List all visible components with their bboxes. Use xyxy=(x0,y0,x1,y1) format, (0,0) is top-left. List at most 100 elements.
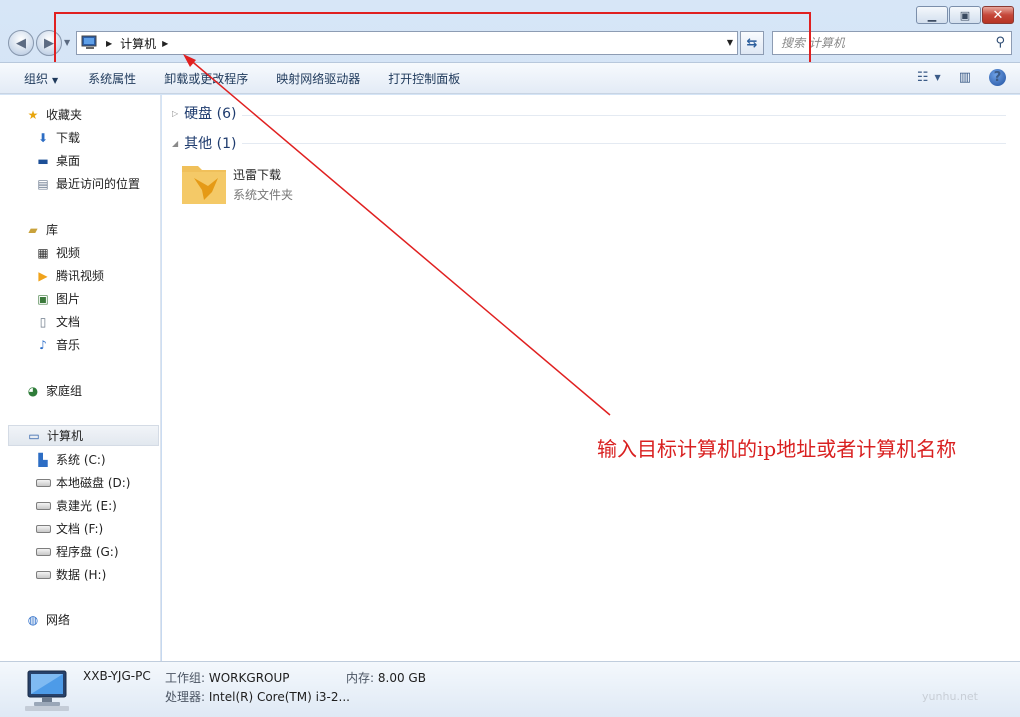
system-drive-icon: ▙ xyxy=(38,452,48,467)
navigation-pane: ★ 收藏夹 ⬇ 下载 ▬ 桌面 ▤ 最近访问的位置 ▰ 库 ▦ 视频 ▶ 腾讯视频 ▣ 图片 ▯… xyxy=(0,95,161,661)
network-icon: ◍ xyxy=(27,612,39,627)
sidebar-item-label: 腾讯视频 xyxy=(56,269,105,283)
sidebar-item-libraries[interactable]: ▰ 库 xyxy=(0,219,160,240)
maximize-button[interactable]: ▣ xyxy=(949,6,981,24)
sidebar-item-label: 袁建光 (E:) xyxy=(56,499,117,513)
close-icon: ✕ xyxy=(992,7,1004,23)
view-controls: ☷ ▼ ▥ ? xyxy=(899,69,1006,86)
sidebar-item-label: 程序盘 (G:) xyxy=(56,545,119,559)
breadcrumb-computer[interactable]: 计算机 xyxy=(120,35,156,52)
sidebar-item-label: 收藏夹 xyxy=(46,108,83,122)
help-icon[interactable]: ? xyxy=(989,69,1006,86)
sidebar-item-pictures[interactable]: ▣ 图片 xyxy=(0,288,160,309)
processor-info: 处理器: Intel(R) Core(TM) i3-2... xyxy=(165,688,350,705)
sidebar-item-homegroup[interactable]: ◕ 家庭组 xyxy=(0,380,160,401)
system-properties-button[interactable]: 系统属性 xyxy=(88,70,136,87)
forward-button[interactable]: ▶ xyxy=(36,30,62,56)
sidebar-item-network[interactable]: ◍ 网络 xyxy=(0,609,160,630)
crumb-separator-icon[interactable]: ▶ xyxy=(106,39,112,48)
sidebar-item-documents[interactable]: ▯ 文档 xyxy=(0,311,160,332)
recent-pages-dropdown[interactable]: ▼ xyxy=(64,38,70,47)
hard-drive-icon xyxy=(35,521,51,537)
chevron-down-icon: ▼ xyxy=(52,75,59,85)
recent-places-icon: ▤ xyxy=(37,176,49,191)
close-button[interactable]: ✕ xyxy=(982,6,1014,24)
back-button[interactable]: ◀ xyxy=(8,30,34,56)
sidebar-item-drive-f[interactable]: 文档 (F:) xyxy=(0,518,160,539)
navigation-bar: ◀ ▶ ▼ ▶ 计算机 ▶ ▼ ⇆ ⚲ xyxy=(0,28,1020,58)
sidebar-item-drive-e[interactable]: 袁建光 (E:) xyxy=(0,495,160,516)
library-icon: ▰ xyxy=(28,222,38,237)
sidebar-item-favorites[interactable]: ★ 收藏夹 xyxy=(0,104,160,125)
sidebar-item-label: 图片 xyxy=(56,292,81,306)
computer-icon xyxy=(25,670,69,711)
sidebar-item-label: 最近访问的位置 xyxy=(56,177,141,191)
address-bar[interactable]: ▶ 计算机 ▶ ▼ xyxy=(76,31,738,55)
search-box[interactable]: ⚲ xyxy=(772,31,1012,55)
explorer-window: ▁ ▣ ✕ ◀ ▶ ▼ ▶ 计算机 ▶ ▼ ⇆ ⚲ 组织▼ 系统属性 卸载或 xyxy=(0,0,1020,717)
sidebar-item-drive-h[interactable]: 数据 (H:) xyxy=(0,564,160,585)
sidebar-item-label: 文档 (F:) xyxy=(56,522,104,536)
workgroup-info: 工作组: WORKGROUP xyxy=(165,669,290,686)
desktop-icon: ▬ xyxy=(37,153,49,168)
annotation-text: 输入目标计算机的ip地址或者计算机名称 xyxy=(597,437,957,461)
star-icon: ★ xyxy=(27,107,39,122)
sidebar-item-music[interactable]: ♪ 音乐 xyxy=(0,334,160,355)
sidebar-item-label: 视频 xyxy=(56,246,81,260)
sidebar-item-label: 文档 xyxy=(56,315,81,329)
document-icon: ▯ xyxy=(39,314,47,329)
computer-icon xyxy=(81,35,97,49)
search-icon[interactable]: ⚲ xyxy=(995,35,1005,50)
sidebar-item-videos[interactable]: ▦ 视频 xyxy=(0,242,160,263)
sidebar-item-drive-g[interactable]: 程序盘 (G:) xyxy=(0,541,160,562)
sidebar-item-tencent-video[interactable]: ▶ 腾讯视频 xyxy=(0,265,160,286)
memory-label: 内存: xyxy=(346,671,375,685)
view-dropdown-icon[interactable]: ▼ xyxy=(935,73,941,82)
sidebar-item-desktop[interactable]: ▬ 桌面 xyxy=(0,150,160,171)
hard-drive-icon xyxy=(35,498,51,514)
view-options-icon[interactable]: ☷ xyxy=(917,70,929,85)
expand-arrow-icon[interactable]: ▷ xyxy=(172,109,178,118)
search-input[interactable] xyxy=(781,36,981,50)
sidebar-item-label: 网络 xyxy=(46,613,71,627)
refresh-button[interactable]: ⇆ xyxy=(740,31,764,55)
collapse-arrow-icon[interactable]: ◢ xyxy=(172,139,178,148)
sidebar-item-recent-places[interactable]: ▤ 最近访问的位置 xyxy=(0,173,160,194)
processor-value: Intel(R) Core(TM) i3-2... xyxy=(208,690,350,704)
sidebar-item-drive-c[interactable]: ▙ 系统 (C:) xyxy=(0,449,160,470)
back-arrow-icon: ◀ xyxy=(16,35,26,51)
address-dropdown-icon[interactable]: ▼ xyxy=(727,38,733,47)
computer-icon: ▭ xyxy=(28,428,40,443)
memory-value: 8.00 GB xyxy=(377,671,426,685)
group-header-other[interactable]: ◢ 其他 (1) xyxy=(172,133,236,153)
details-pane: XXB-YJG-PC 工作组: WORKGROUP 内存: 8.00 GB 处理… xyxy=(0,661,1020,717)
minimize-button[interactable]: ▁ xyxy=(916,6,948,24)
caption-buttons: ▁ ▣ ✕ xyxy=(915,6,1014,24)
sidebar-item-label: 本地磁盘 (D:) xyxy=(56,476,131,490)
command-bar: 组织 ▼ 系统属性 卸载或更改程序 映射网络驱动器 打开控制面板 ☷ ▼ ▥ ? xyxy=(0,62,1020,94)
crumb-separator-icon[interactable]: ▶ xyxy=(162,39,168,48)
open-control-panel-button[interactable]: 打开控制面板 xyxy=(388,70,460,87)
sidebar-item-computer[interactable]: ▭ 计算机 xyxy=(8,425,159,446)
hard-drive-icon xyxy=(35,567,51,583)
sidebar-item-label: 下载 xyxy=(56,131,81,145)
minimize-icon: ▁ xyxy=(927,8,937,22)
sidebar-item-label: 桌面 xyxy=(56,154,81,168)
xunlei-folder-icon xyxy=(182,166,226,204)
map-network-drive-button[interactable]: 映射网络驱动器 xyxy=(276,70,360,87)
sidebar-item-label: 家庭组 xyxy=(46,384,83,398)
organize-menu[interactable]: 组织 ▼ xyxy=(24,70,58,87)
workgroup-value: WORKGROUP xyxy=(208,671,290,685)
group-divider xyxy=(242,115,1006,116)
processor-label: 处理器: xyxy=(165,690,206,704)
preview-pane-icon[interactable]: ▥ xyxy=(959,70,971,85)
sidebar-item-drive-d[interactable]: 本地磁盘 (D:) xyxy=(0,472,160,493)
sidebar-item-label: 系统 (C:) xyxy=(56,453,106,467)
hard-drive-icon xyxy=(35,475,51,491)
sidebar-item-downloads[interactable]: ⬇ 下载 xyxy=(0,127,160,148)
group-header-label: 其他 (1) xyxy=(184,136,237,152)
list-item[interactable]: 迅雷下载 系统文件夹 xyxy=(180,158,293,206)
sidebar-item-label: 数据 (H:) xyxy=(56,568,107,582)
uninstall-program-button[interactable]: 卸载或更改程序 xyxy=(164,70,248,87)
group-header-hard-drives[interactable]: ▷ 硬盘 (6) xyxy=(172,103,236,123)
